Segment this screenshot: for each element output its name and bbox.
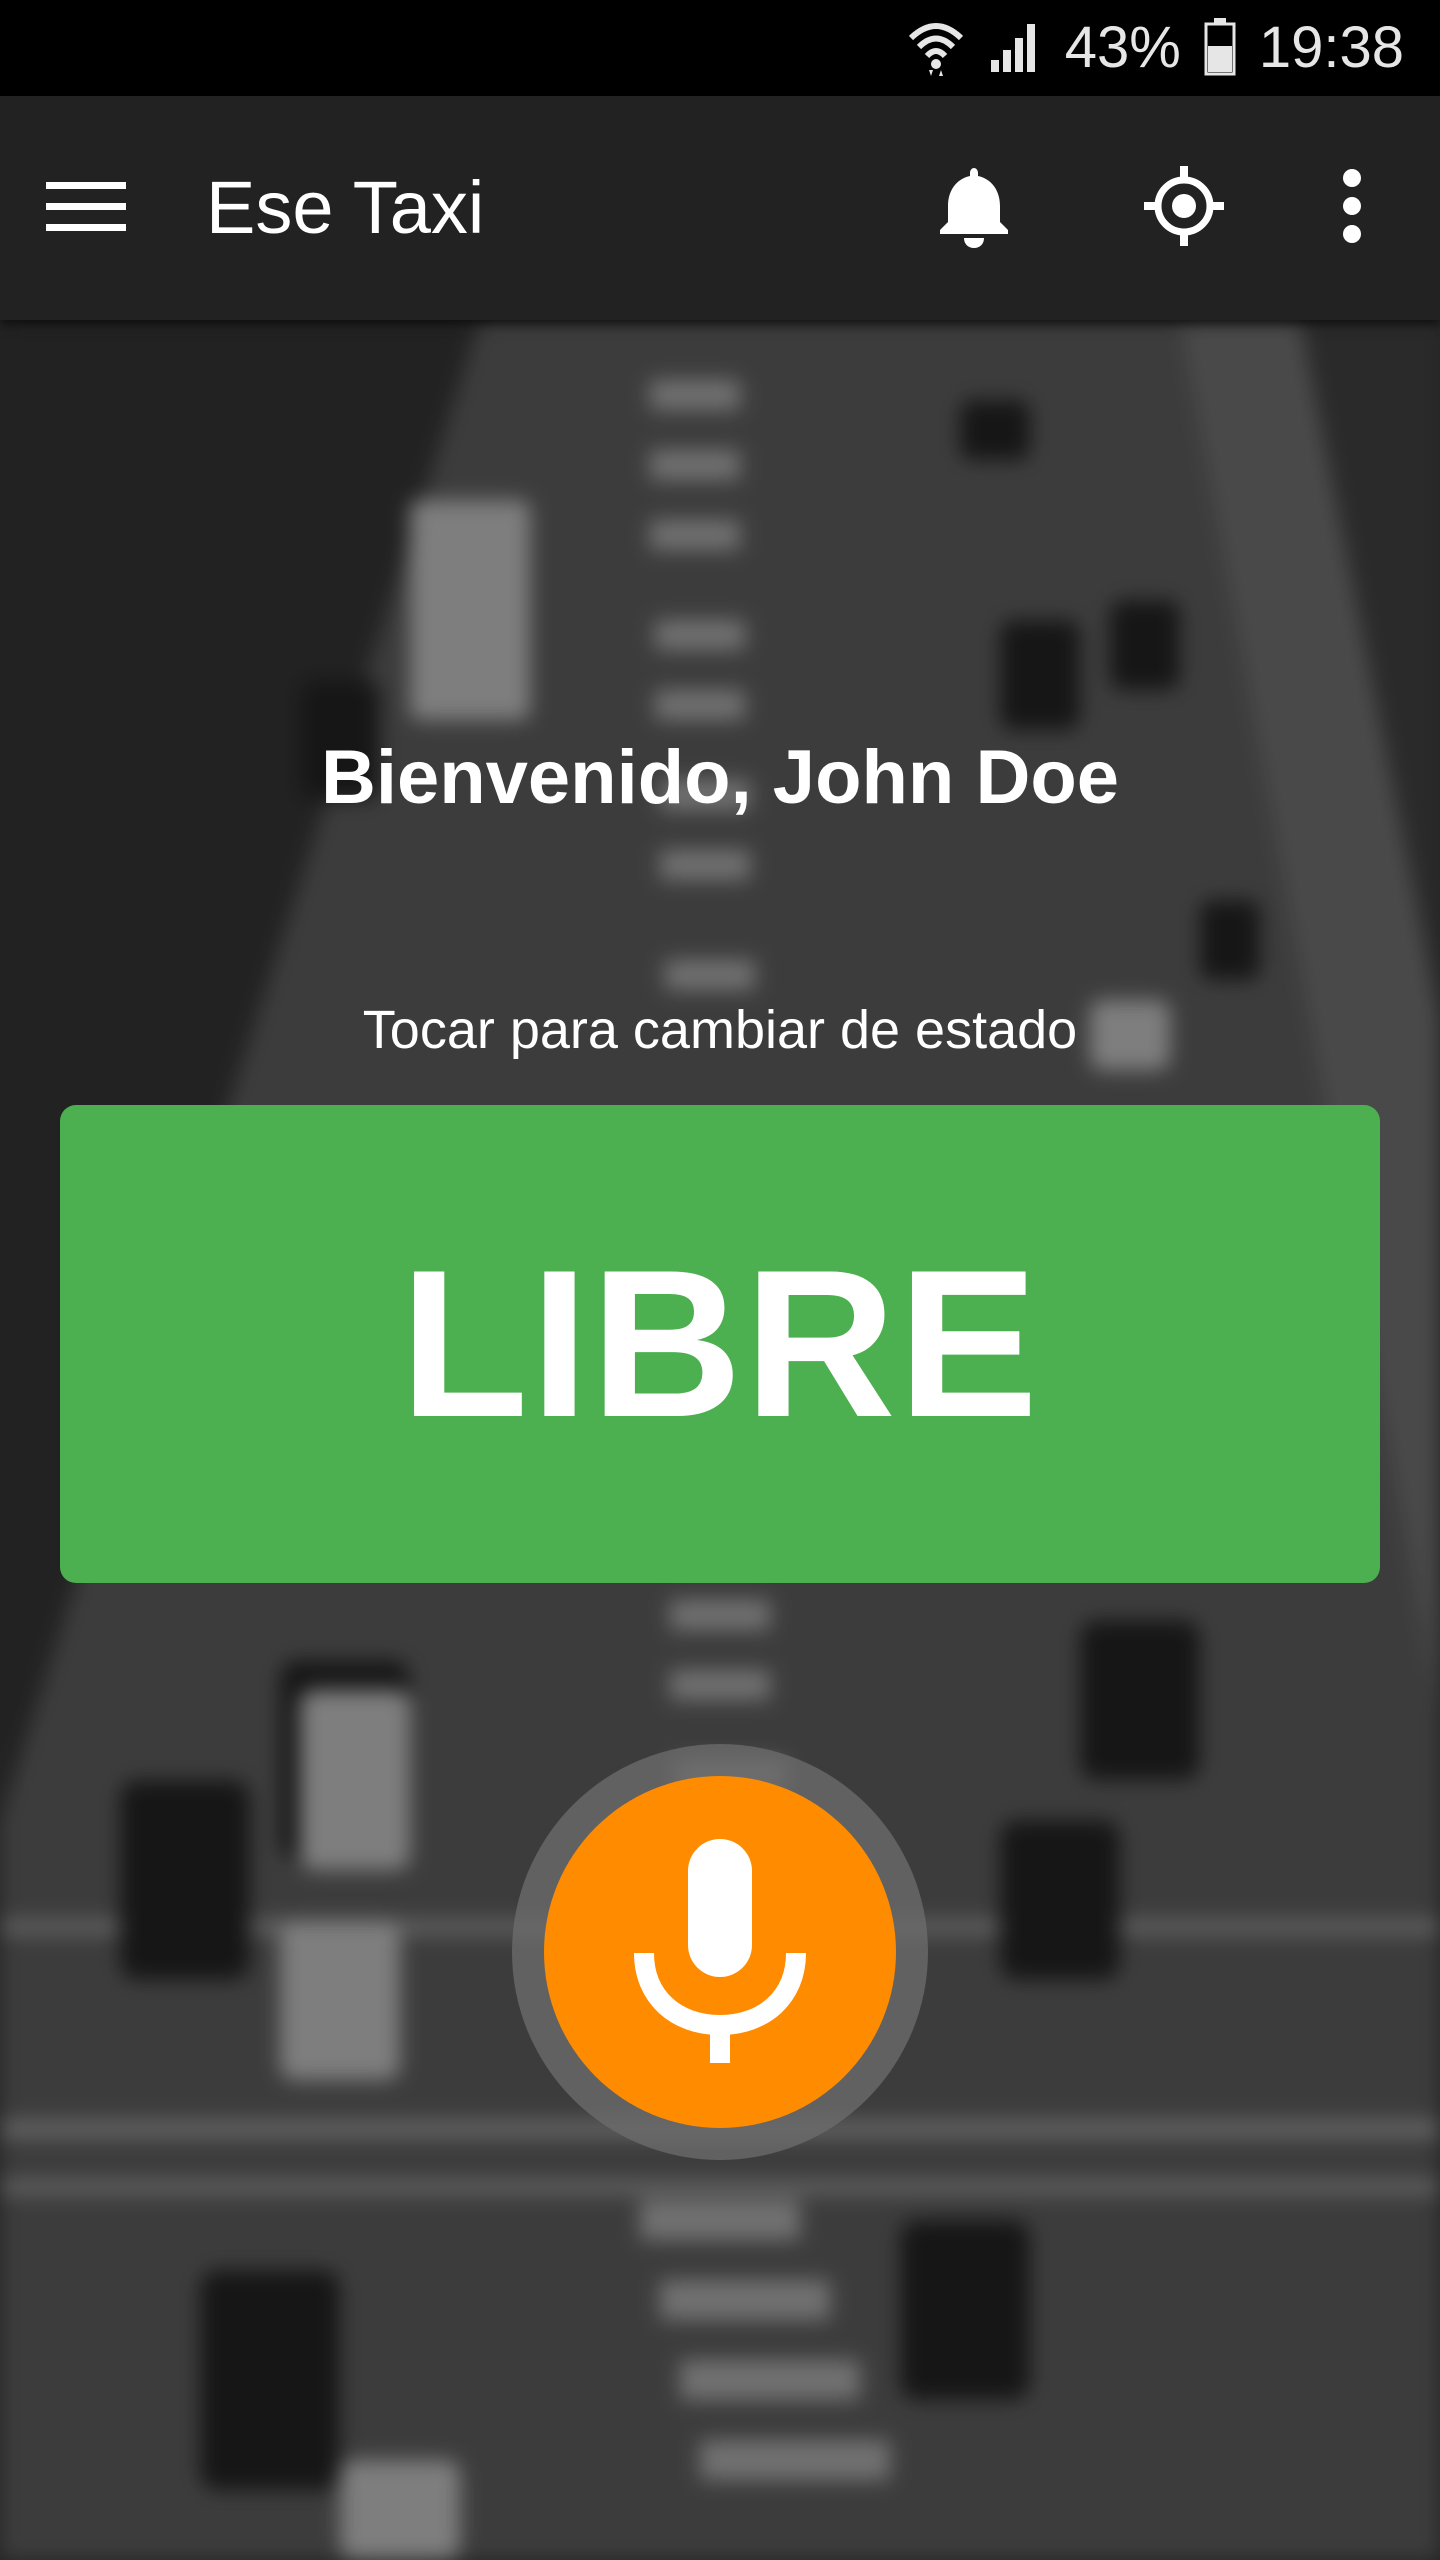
wifi-icon bbox=[907, 16, 965, 81]
app-title: Ese Taxi bbox=[206, 166, 485, 249]
locate-icon bbox=[1142, 164, 1226, 253]
menu-icon bbox=[44, 176, 128, 241]
voice-button[interactable] bbox=[544, 1776, 896, 2128]
status-indicators: 43% 19:38 bbox=[907, 0, 1404, 96]
battery-icon bbox=[1203, 16, 1237, 81]
welcome-message: Bienvenido, John Doe bbox=[320, 735, 1120, 820]
more-options-button[interactable] bbox=[1296, 152, 1408, 264]
app-screen: 43% 19:38 Ese Taxi Bienvenido, John Doe … bbox=[0, 0, 1440, 2560]
app-toolbar: Ese Taxi bbox=[0, 96, 1440, 320]
more-vert-icon bbox=[1340, 166, 1364, 251]
signal-icon bbox=[987, 18, 1043, 79]
status-toggle-button[interactable]: LIBRE bbox=[60, 1105, 1380, 1583]
microphone-icon bbox=[630, 1835, 810, 2070]
status-hint: Tocar para cambiar de estado bbox=[362, 1000, 1078, 1060]
notifications-button[interactable] bbox=[918, 152, 1030, 264]
bell-icon bbox=[936, 164, 1012, 253]
system-status-bar: 43% 19:38 bbox=[0, 0, 1440, 96]
menu-button[interactable] bbox=[34, 156, 138, 260]
locate-button[interactable] bbox=[1128, 152, 1240, 264]
battery-percent: 43% bbox=[1064, 15, 1181, 80]
status-label: LIBRE bbox=[400, 1226, 1040, 1461]
clock: 19:38 bbox=[1258, 15, 1404, 80]
